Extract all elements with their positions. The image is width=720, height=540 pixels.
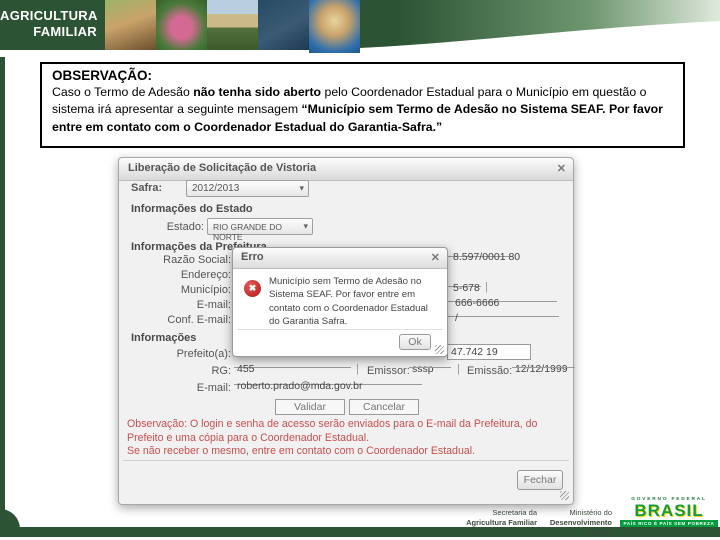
slide: AGRICULTURA FAMILIAR OBSERVAÇÃO: Caso o … bbox=[0, 0, 720, 540]
email-label: E-mail: bbox=[196, 299, 231, 311]
estado-label: Estado: bbox=[166, 221, 204, 233]
observation-title: OBSERVAÇÃO: bbox=[52, 68, 153, 83]
brasil-slogan: PAÍS RICO É PAÍS SEM POBREZA bbox=[620, 520, 718, 527]
header-photo-strip bbox=[105, 0, 360, 53]
chevron-down-icon: ▾ bbox=[299, 183, 304, 193]
logo-line-1: AGRICULTURA bbox=[0, 8, 98, 23]
ministerio-line2: Desenvolvimento Agrário bbox=[549, 518, 612, 538]
secretaria-label: Secretaria da Agricultura Familiar bbox=[440, 508, 537, 528]
validar-button[interactable]: Validar bbox=[275, 399, 345, 415]
obs-part1: Caso o Termo de Adesão bbox=[52, 85, 194, 99]
email2-value: roberto.prado@mda.gov.br bbox=[237, 380, 363, 392]
chevron-down-icon: ▾ bbox=[303, 221, 308, 231]
erro-message: Município sem Termo de Adesão no Sistema… bbox=[269, 276, 428, 328]
form-titlebar[interactable]: Liberação de Solicitação de Vistoria ✕ bbox=[119, 158, 573, 181]
cancelar-button[interactable]: Cancelar bbox=[349, 399, 419, 415]
corner-curve bbox=[0, 509, 20, 529]
emissao-label: Emissão: bbox=[467, 365, 513, 377]
secretaria-line1: Secretaria da bbox=[492, 508, 537, 517]
email2-label: E-mail: bbox=[196, 382, 231, 394]
razao-social-label: Razão Social: bbox=[163, 254, 231, 266]
observation-text: Caso o Termo de Adesão não tenha sido ab… bbox=[52, 84, 673, 136]
section-informacoes-prefeito: Informações bbox=[131, 332, 197, 344]
header-photo-workers bbox=[258, 0, 309, 50]
ministerio-label: Ministério do Desenvolvimento Agrário bbox=[545, 508, 612, 538]
observation-box: OBSERVAÇÃO: Caso o Termo de Adesão não t… bbox=[40, 62, 685, 148]
field-separator: | bbox=[457, 363, 460, 375]
header-photo-woman-hat bbox=[309, 0, 360, 53]
prefeito-label: Prefeito(a): bbox=[176, 348, 231, 360]
section-informacoes-estado: Informações do Estado bbox=[131, 203, 253, 215]
header-photo-man-hat bbox=[207, 0, 258, 50]
safra-select[interactable]: 2012/2013 ▾ bbox=[186, 180, 309, 197]
brasil-wordmark: BRASIL bbox=[634, 501, 704, 520]
red-note-line2: Se não receber o mesmo, entre em contato… bbox=[127, 445, 476, 458]
endereco-label: Endereço: bbox=[180, 269, 231, 281]
red-note-line1: Observação: O login e senha de acesso se… bbox=[127, 418, 538, 444]
header-photo-woman-garden bbox=[156, 0, 207, 50]
razao-social-value: 8.597/0001 80 bbox=[453, 251, 521, 263]
header-photo-farmer-boy bbox=[105, 0, 156, 50]
municipio-label: Município: bbox=[180, 284, 231, 296]
estado-value: RIO GRANDE DO NORTE bbox=[213, 222, 282, 242]
close-icon[interactable]: ✕ bbox=[431, 251, 440, 264]
safra-label: Safra: bbox=[131, 182, 163, 194]
prefeito-value: 47.742 19 bbox=[451, 346, 498, 358]
close-icon[interactable]: ✕ bbox=[557, 162, 566, 175]
erro-titlebar[interactable]: Erro ✕ bbox=[233, 248, 447, 269]
conf-email-value: / bbox=[455, 312, 458, 324]
logo-line-2: FAMILIAR bbox=[33, 24, 97, 40]
form-red-note: Observação: O login e senha de acesso se… bbox=[127, 418, 565, 459]
form-title: Liberação de Solicitação de Vistoria bbox=[128, 162, 317, 174]
header-banner: AGRICULTURA FAMILIAR bbox=[0, 0, 720, 57]
rg-label: RG: bbox=[211, 365, 231, 377]
left-green-strip bbox=[0, 57, 5, 529]
erro-divider bbox=[237, 329, 443, 330]
brasil-governo-federal-logo: GOVERNO FEDERAL BRASIL PAÍS RICO É PAÍS … bbox=[620, 497, 718, 533]
fechar-button[interactable]: Fechar bbox=[517, 470, 563, 490]
conf-email-label: Conf. E-mail: bbox=[167, 314, 231, 326]
emissao-input[interactable] bbox=[512, 353, 575, 368]
erro-title: Erro bbox=[241, 251, 264, 263]
erro-dialog: Erro ✕ ✖ Município sem Termo de Adesão n… bbox=[232, 247, 448, 357]
agricultura-familiar-logo: AGRICULTURA FAMILIAR bbox=[0, 0, 105, 50]
ministerio-line1: Ministério do bbox=[569, 508, 612, 517]
resize-handle-icon[interactable] bbox=[435, 345, 444, 354]
secretaria-line2: Agricultura Familiar bbox=[466, 518, 537, 528]
ok-button[interactable]: Ok bbox=[399, 334, 431, 350]
obs-part2-bold: não tenha sido aberto bbox=[193, 85, 322, 99]
error-icon: ✖ bbox=[244, 280, 261, 297]
resize-handle-icon[interactable] bbox=[560, 491, 569, 500]
bottom-green-bar bbox=[0, 527, 720, 537]
estado-select[interactable]: RIO GRANDE DO NORTE ▾ bbox=[207, 218, 313, 242]
safra-value: 2012/2013 bbox=[192, 183, 240, 194]
form-footer-divider bbox=[123, 460, 569, 461]
